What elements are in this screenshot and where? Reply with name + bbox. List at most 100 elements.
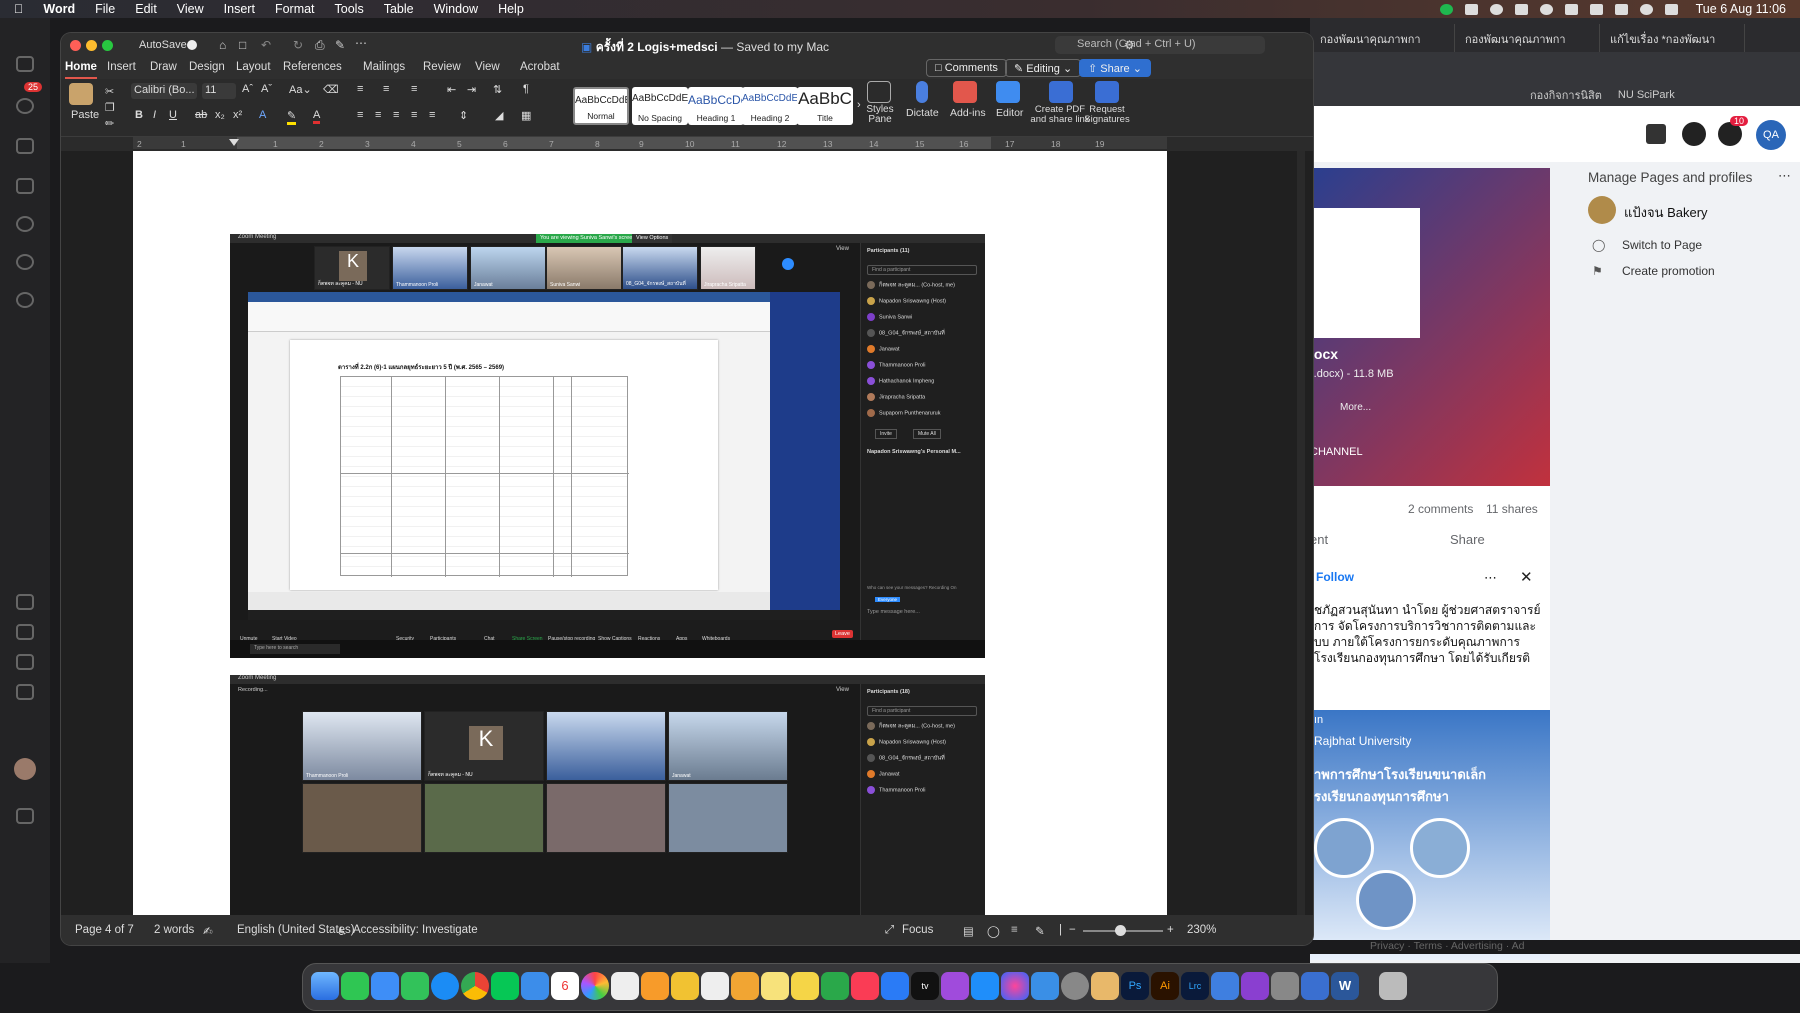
browser-tab[interactable]: กองพัฒนาคุณภาพกา — [1310, 24, 1455, 52]
line-status-icon[interactable] — [1439, 3, 1453, 15]
person-icon[interactable] — [16, 56, 34, 72]
participant-row[interactable]: Hathachanok Impheng — [867, 377, 934, 385]
zoom-screenshot-1[interactable]: Zoom Meeting You are viewing Suniva Sanw… — [230, 234, 985, 658]
video-thumb[interactable]: K ก็ตพจท ละคูคม - NU — [424, 711, 544, 781]
system-settings-icon[interactable] — [1061, 972, 1089, 1000]
multilevel-icon[interactable]: ≡ — [411, 83, 417, 95]
participant-row[interactable]: Thammanoon Proli — [867, 786, 925, 794]
participant-row[interactable]: Napadon Sriswawng (Host) — [867, 738, 946, 746]
tab-home[interactable]: Home — [65, 61, 97, 79]
more-options-icon[interactable]: ⋯ — [1484, 570, 1497, 586]
tasks-icon[interactable] — [881, 972, 909, 1000]
dictate-button[interactable]: Dictate — [906, 107, 939, 119]
zoom-out-icon[interactable]: − — [1069, 924, 1076, 936]
messenger-icon[interactable] — [1682, 122, 1706, 146]
style-title[interactable]: AaBbC Title — [797, 87, 853, 125]
paste-label[interactable]: Paste — [71, 109, 99, 121]
document-page[interactable]: Zoom Meeting You are viewing Suniva Sanw… — [133, 151, 1167, 915]
search-icon[interactable] — [16, 254, 34, 270]
wifi-icon[interactable] — [1614, 3, 1628, 15]
participant-row[interactable]: ก็ตพจท ละคูคม... (Co-host, me) — [867, 281, 955, 289]
distributed-icon[interactable]: ≡ — [429, 109, 435, 121]
video-thumb[interactable] — [546, 783, 666, 853]
menu-format[interactable]: Format — [275, 2, 315, 16]
video-thumb[interactable] — [546, 711, 666, 781]
find-participant-input[interactable]: Find a participant — [867, 265, 977, 275]
subscript-icon[interactable]: x₂ — [215, 109, 225, 121]
close-window-button[interactable] — [70, 40, 81, 51]
follow-link[interactable]: Follow — [1316, 570, 1354, 584]
settings-icon[interactable]: ⚙ — [1124, 38, 1135, 52]
editing-button[interactable]: ✎ Editing ⌄ — [1005, 59, 1082, 77]
menu-file[interactable]: File — [95, 2, 115, 16]
tab-mailings[interactable]: Mailings — [363, 61, 405, 73]
numbers-icon[interactable] — [821, 972, 849, 1000]
create-pdf-icon[interactable] — [1049, 81, 1073, 103]
participant-row[interactable]: 08_G04_จักรพงษ์_สถาบันที่ — [867, 754, 945, 762]
increase-indent-icon[interactable]: ⇥ — [467, 83, 476, 96]
next-page-icon[interactable] — [782, 258, 794, 270]
sort-icon[interactable]: ⇅ — [493, 83, 502, 96]
strikethrough-icon[interactable]: ab — [195, 109, 207, 121]
draft-icon[interactable]: ✎ — [1035, 924, 1045, 938]
line-icon[interactable] — [491, 972, 519, 1000]
menu-table[interactable]: Table — [384, 2, 414, 16]
menu-insert[interactable]: Insert — [224, 2, 255, 16]
apple-icon[interactable]:  — [14, 2, 23, 16]
comment-count[interactable]: 2 comments — [1408, 502, 1473, 516]
participant-row[interactable]: Supaporn Punthenaruruk — [867, 409, 940, 417]
numbering-icon[interactable]: ≡ — [383, 83, 389, 95]
search-icon[interactable] — [1639, 3, 1653, 15]
video-thumb[interactable] — [302, 783, 422, 853]
save-icon[interactable]: □ — [239, 38, 246, 52]
page-indicator[interactable]: Page 4 of 7 — [75, 924, 134, 936]
zoom-level[interactable]: 230% — [1187, 924, 1216, 936]
pages-icon[interactable] — [731, 972, 759, 1000]
contacts-icon[interactable] — [16, 138, 34, 154]
taskbar-search-input[interactable]: Type here to search — [250, 644, 340, 654]
grid-status-icon[interactable] — [1464, 3, 1478, 15]
request-signatures-button[interactable]: Request Signatures — [1079, 105, 1135, 125]
styles-pane-button[interactable]: Styles Pane — [864, 105, 896, 125]
invite-button[interactable]: Invite — [875, 429, 897, 439]
tab-draw[interactable]: Draw — [150, 61, 177, 73]
style-no-spacing[interactable]: AaBbCcDdEe No Spacing — [632, 87, 688, 125]
share-button[interactable]: Share — [1450, 532, 1485, 547]
notes-icon[interactable] — [761, 972, 789, 1000]
addins-icon[interactable] — [953, 81, 977, 103]
trash-icon[interactable] — [1379, 972, 1407, 1000]
leave-button[interactable]: Leave — [832, 630, 853, 638]
menubar-clock[interactable]: Tue 6 Aug 11:06 — [1696, 2, 1786, 16]
editor-button[interactable]: Editor — [996, 107, 1023, 119]
footer-links[interactable]: Privacy · Terms · Advertising · Ad — [1310, 940, 1800, 954]
shading-icon[interactable]: ◢ — [495, 109, 503, 122]
bullets-icon[interactable]: ≡ — [357, 83, 363, 95]
highlight-icon[interactable]: ✎ — [287, 109, 297, 125]
accessibility-indicator[interactable]: Accessibility: Investigate — [353, 924, 478, 936]
zoom-screenshot-2[interactable]: Zoom Meeting Recording... View Thammanoo… — [230, 675, 985, 915]
line-icon[interactable] — [16, 292, 34, 308]
video-thumb[interactable] — [424, 783, 544, 853]
align-right-icon[interactable]: ≡ — [393, 109, 399, 121]
more-icon[interactable]: ⋯ — [355, 36, 367, 50]
switch-to-page-link[interactable]: Switch to Page — [1622, 238, 1702, 252]
superscript-icon[interactable]: x² — [233, 109, 242, 121]
bold-icon[interactable]: B — [135, 109, 143, 121]
microphone-icon[interactable] — [916, 81, 928, 103]
search-input[interactable]: Search (Cmd + Ctrl + U) — [1055, 36, 1265, 54]
tab-review[interactable]: Review — [423, 61, 461, 73]
addins-button[interactable]: Add-ins — [950, 107, 986, 119]
safari-icon[interactable] — [431, 972, 459, 1000]
proofing-icon[interactable]: ✍ — [203, 924, 213, 938]
menu-window[interactable]: Window — [434, 2, 478, 16]
comments-button[interactable]: □ Comments — [926, 59, 1007, 77]
line-spacing-icon[interactable]: ⇕ — [459, 109, 468, 122]
change-case-icon[interactable]: Aa⌄ — [289, 83, 312, 96]
app-icon[interactable] — [1241, 972, 1269, 1000]
cut-icon[interactable]: ✂ — [105, 85, 114, 98]
mute-all-button[interactable]: Mute All — [913, 429, 941, 439]
format-painter-icon[interactable]: ✎ — [335, 38, 345, 52]
bank-icon[interactable] — [16, 808, 34, 824]
stickies-icon[interactable] — [791, 972, 819, 1000]
menu-help[interactable]: Help — [498, 2, 524, 16]
